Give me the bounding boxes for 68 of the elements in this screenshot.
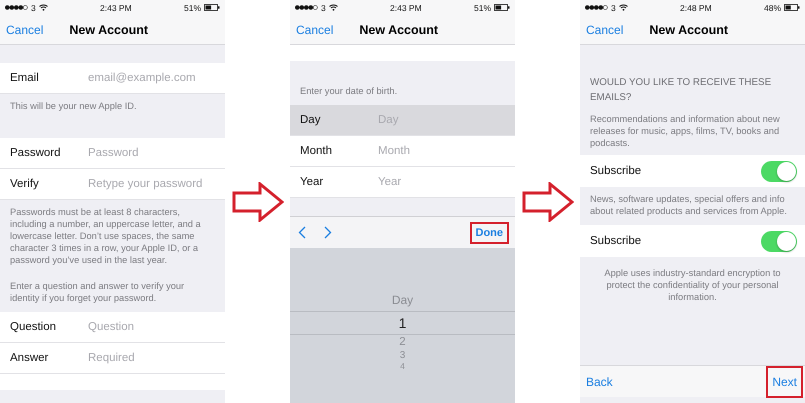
field-label: Email xyxy=(10,72,40,84)
status-time: 2:48 PM xyxy=(680,2,712,12)
help-text: News, software updates, special offers and info about related products and services from Apple. xyxy=(590,193,788,217)
picker-label: Day xyxy=(392,293,414,309)
wifi-icon xyxy=(38,4,48,11)
chevron-left-icon[interactable] xyxy=(298,226,306,239)
next-button[interactable]: Next xyxy=(768,368,801,396)
battery-percent: 51% xyxy=(474,2,491,12)
text-field[interactable]: Month xyxy=(378,145,508,157)
field-label: Password xyxy=(10,147,62,159)
cancel-link[interactable]: Cancel xyxy=(296,22,334,36)
right-arrow-icon xyxy=(232,182,284,222)
toggle-label: Subscribe xyxy=(590,165,642,177)
help-text: This will be your new Apple ID. xyxy=(10,100,137,112)
signal-icon xyxy=(295,5,318,10)
cancel-link[interactable]: Cancel xyxy=(6,22,44,36)
right-arrow-icon xyxy=(522,182,574,222)
wifi-icon xyxy=(618,4,628,11)
status-time: 2:43 PM xyxy=(100,2,132,12)
form-row[interactable]: Month Month xyxy=(290,136,515,167)
text-field[interactable]: Retype your password xyxy=(88,178,218,190)
cancel-link[interactable]: Cancel xyxy=(586,22,624,36)
carrier-text: 3 xyxy=(31,2,36,12)
date-picker[interactable]: Day 1 2 3 4 xyxy=(290,248,515,403)
text-field[interactable]: Required xyxy=(88,352,218,364)
back-link[interactable]: Back xyxy=(586,374,613,388)
toggle-switch[interactable] xyxy=(761,230,797,252)
help-text: Enter a question and answer to verify your identity if you forget your password. xyxy=(10,280,186,304)
form-row[interactable]: Answer Required xyxy=(0,343,225,374)
picker-value[interactable]: 1 xyxy=(290,311,515,335)
status-time: 2:43 PM xyxy=(390,2,422,12)
help-text: Recommendations and information about new releases for music, apps, films, TV, books and podcasts. xyxy=(590,113,781,149)
battery-percent: 48% xyxy=(764,2,781,12)
text-field[interactable]: Question xyxy=(88,321,218,333)
form-row[interactable]: Email email@example.com xyxy=(0,63,225,94)
text-field[interactable]: Password xyxy=(88,147,218,159)
field-label: Month xyxy=(300,145,333,157)
form-row[interactable]: Question Question xyxy=(0,312,225,343)
form-row[interactable]: Password Password xyxy=(0,138,225,169)
field-label: Day xyxy=(300,114,322,126)
section-header: WOULD YOU LIKE TO RECEIVE THESE EMAILS? xyxy=(590,76,772,105)
chevron-right-icon[interactable] xyxy=(324,226,332,239)
help-text: Enter your date of birth. xyxy=(300,85,398,97)
form-row[interactable]: Verify Retype your password xyxy=(0,169,225,200)
text-field[interactable]: email@example.com xyxy=(88,72,218,84)
help-text: Passwords must be at least 8 characters, including a number, an uppercase letter, and a lowercase letter. Don’t use spaces, the same character 3 times in a row, your Apple ID, or a password you’ve used in the last year. xyxy=(10,206,202,266)
carrier-text: 3 xyxy=(611,2,616,12)
field-label: Year xyxy=(300,176,324,188)
battery-icon xyxy=(204,4,220,11)
nav-title: New Account xyxy=(649,22,728,36)
battery-icon xyxy=(494,4,510,11)
help-text: Apple uses industry-standard encryption to protect the confidentiality of your personal information. xyxy=(603,267,782,303)
form-row[interactable]: Year Year xyxy=(290,167,515,198)
nav-title: New Account xyxy=(359,22,438,36)
toggle-switch[interactable] xyxy=(761,160,797,182)
done-button[interactable]: Done xyxy=(472,224,507,242)
toggle-label: Subscribe xyxy=(590,235,642,247)
field-label: Verify xyxy=(10,178,40,190)
wifi-icon xyxy=(328,4,338,11)
signal-icon xyxy=(585,5,608,10)
battery-icon xyxy=(784,4,800,11)
nav-title: New Account xyxy=(69,22,148,36)
field-label: Question xyxy=(10,321,58,333)
carrier-text: 3 xyxy=(321,2,326,12)
field-label: Answer xyxy=(10,352,50,364)
battery-percent: 51% xyxy=(184,2,201,12)
text-field[interactable]: Year xyxy=(378,176,508,188)
signal-icon xyxy=(5,5,28,10)
